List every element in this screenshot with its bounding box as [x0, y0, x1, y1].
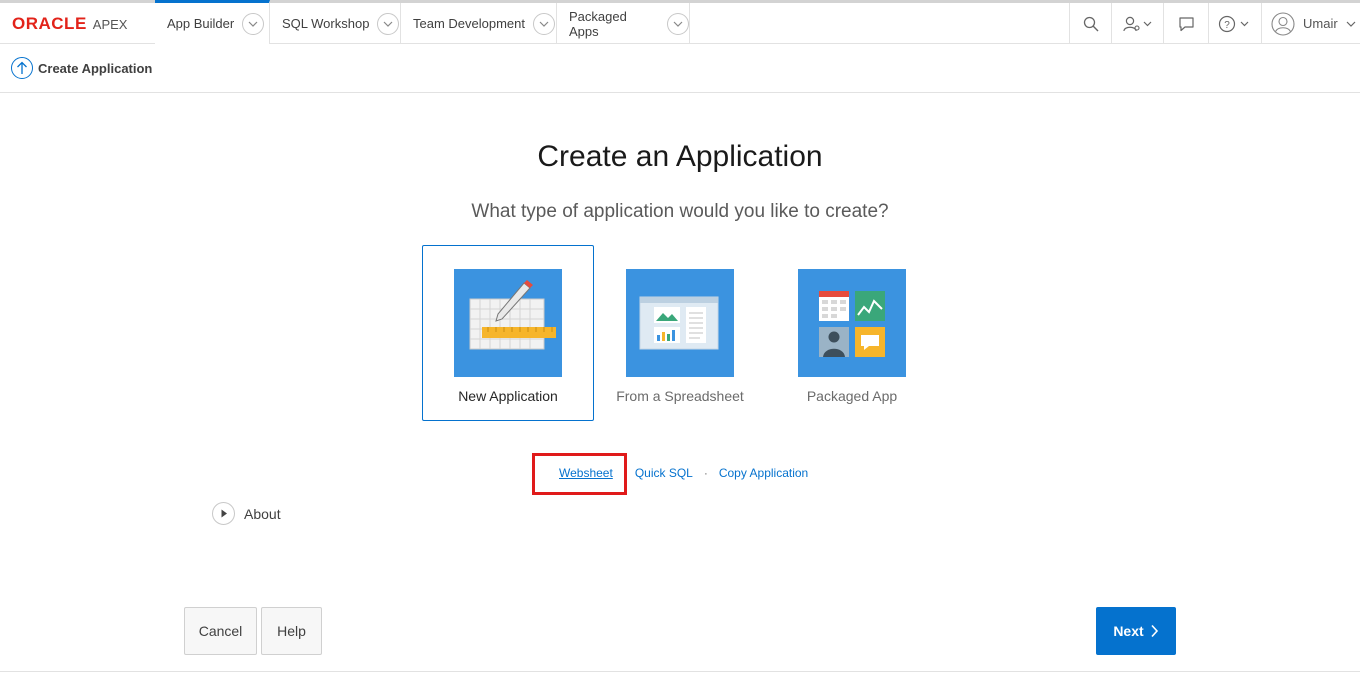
- caret-right-icon: [212, 502, 235, 525]
- page-subtitle: What type of application would you like …: [471, 201, 889, 222]
- link-separator: ·: [703, 466, 708, 480]
- about-label: About: [244, 505, 281, 522]
- chevron-right-icon: [1151, 624, 1158, 638]
- search-button[interactable]: [1069, 3, 1111, 44]
- about-region-toggle[interactable]: About: [212, 502, 281, 525]
- tab-app-builder[interactable]: App Builder: [155, 0, 270, 44]
- spreadsheet-icon: [626, 269, 734, 377]
- card-from-spreadsheet[interactable]: From a Spreadsheet: [594, 245, 766, 421]
- top-navigation-bar: ORACLE APEX App Builder SQL Workshop Tea…: [0, 0, 1360, 44]
- breadcrumb: Create Application: [0, 44, 1360, 93]
- card-new-application[interactable]: New Application: [422, 245, 594, 421]
- help-button[interactable]: Help: [261, 607, 322, 655]
- help-menu-button[interactable]: ?: [1208, 3, 1261, 44]
- page-title-breadcrumb: Create Application: [38, 61, 153, 76]
- quick-sql-link[interactable]: Quick SQL: [635, 466, 693, 480]
- cancel-button[interactable]: Cancel: [184, 607, 257, 655]
- footer-divider: [0, 671, 1360, 672]
- user-settings-icon: [1122, 16, 1151, 31]
- chevron-down-icon[interactable]: [377, 12, 400, 35]
- tab-team-development[interactable]: Team Development: [401, 3, 557, 44]
- arrow-up-icon[interactable]: [11, 57, 33, 79]
- tab-sql-workshop[interactable]: SQL Workshop: [270, 3, 401, 44]
- grid-pencil-icon: [454, 269, 562, 377]
- avatar-icon: [1271, 11, 1295, 36]
- chat-bubble-icon: [1178, 16, 1194, 31]
- feedback-button[interactable]: [1163, 3, 1208, 44]
- tab-packaged-apps[interactable]: Packaged Apps: [557, 3, 690, 44]
- user-name: Umair: [1303, 16, 1338, 31]
- oracle-apex-logo[interactable]: ORACLE APEX: [12, 14, 127, 36]
- help-icon: ?: [1218, 15, 1249, 32]
- page-title: Create an Application: [537, 140, 823, 173]
- card-label: Packaged App: [806, 388, 898, 404]
- tab-label: Packaged Apps: [569, 8, 627, 39]
- logo-apex-text: APEX: [92, 17, 128, 32]
- admin-menu-button[interactable]: [1111, 3, 1163, 44]
- packaged-app-icon: [798, 269, 906, 377]
- other-app-links: Websheet Quick SQL · Copy Application: [559, 466, 808, 480]
- tab-label: App Builder: [167, 16, 235, 31]
- chevron-down-icon[interactable]: [667, 12, 689, 35]
- websheet-link[interactable]: Websheet: [559, 466, 613, 480]
- tab-label: SQL Workshop: [282, 16, 370, 31]
- next-button[interactable]: Next: [1096, 607, 1176, 655]
- chevron-down-icon: [1346, 21, 1356, 27]
- card-label: From a Spreadsheet: [616, 388, 744, 404]
- copy-application-link[interactable]: Copy Application: [719, 466, 808, 480]
- chevron-down-icon[interactable]: [533, 12, 555, 35]
- search-icon: [1083, 16, 1098, 31]
- card-packaged-app[interactable]: Packaged App: [766, 245, 938, 421]
- card-label: New Application: [458, 388, 558, 404]
- next-button-label: Next: [1113, 623, 1144, 639]
- chevron-down-icon[interactable]: [242, 12, 265, 35]
- svg-text:?: ?: [1224, 20, 1230, 31]
- logo-oracle-text: ORACLE: [12, 14, 87, 33]
- tab-label: Team Development: [413, 16, 525, 31]
- user-menu-button[interactable]: Umair: [1261, 3, 1360, 44]
